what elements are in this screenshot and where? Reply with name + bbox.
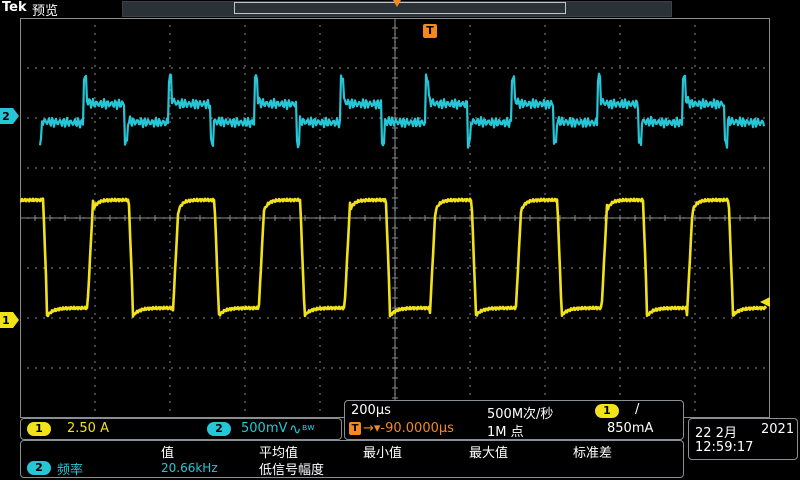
mode-label: 预览	[32, 4, 59, 19]
channel-scale-panel: 1 2.50 A 2 500mV ∿ ʙw	[20, 418, 342, 440]
ch1-badge[interactable]: 1	[27, 422, 51, 436]
trigger-point-marker[interactable]: T	[423, 24, 437, 38]
ch2-waveform	[38, 72, 766, 149]
ch2-marker-label: 2	[2, 110, 10, 123]
ch2-badge[interactable]: 2	[207, 422, 231, 436]
ch2-ground-marker[interactable]: 2	[0, 108, 20, 124]
meas-header-stddev: 标准差	[573, 446, 613, 461]
time-per-div[interactable]: 200µs	[351, 403, 391, 418]
trigger-source-badge[interactable]: 1	[595, 404, 619, 418]
trigger-slope-icon[interactable]: /	[635, 402, 639, 417]
meas-name[interactable]: 频率	[57, 459, 83, 478]
waveform-display[interactable]	[20, 18, 770, 418]
meas-ch2-badge[interactable]: 2	[27, 461, 51, 475]
trigger-level[interactable]: 850mA	[607, 421, 653, 436]
record-length[interactable]: 1M 点	[487, 421, 524, 440]
ch1-scale[interactable]: 2.50 A	[67, 421, 109, 436]
date-time-panel: 22 2月 2021 12:59:17	[688, 418, 798, 460]
date: 22 2月	[695, 426, 737, 441]
timebase-trigger-panel[interactable]: 200µs 500M次/秒 1 / T →▾-90.0000µs 1M 点 85…	[344, 400, 684, 440]
meas-header-min: 最小值	[363, 446, 403, 461]
trigger-delay-icon: T	[349, 422, 361, 435]
meas-value: 20.66kHz	[161, 461, 218, 475]
trigger-level-marker[interactable]	[760, 297, 770, 307]
bandwidth-limit-icon: ∿	[289, 420, 302, 438]
time: 12:59:17	[695, 440, 754, 455]
top-status-bar: Tek 预览	[0, 0, 800, 19]
brand-logo: Tek	[2, 0, 27, 15]
bandwidth-limit-label: ʙw	[302, 423, 315, 433]
trigger-position[interactable]: →▾-90.0000µs	[363, 421, 454, 436]
year: 2021	[761, 422, 795, 437]
ch1-ground-marker[interactable]: 1	[0, 312, 20, 328]
meas-header-value: 值	[161, 446, 175, 461]
meas-status: 低信号幅度	[259, 463, 325, 478]
meas-header-max: 最大值	[469, 446, 509, 461]
sample-rate: 500M次/秒	[487, 407, 554, 422]
trigger-position-icon	[393, 0, 401, 7]
ch1-marker-label: 1	[2, 314, 10, 327]
measurement-panel: 值 平均值 最小值 最大值 标准差 2 频率 20.66kHz 低信号幅度	[20, 440, 684, 478]
ch2-scale[interactable]: 500mV	[241, 421, 287, 436]
graticule	[20, 18, 770, 418]
